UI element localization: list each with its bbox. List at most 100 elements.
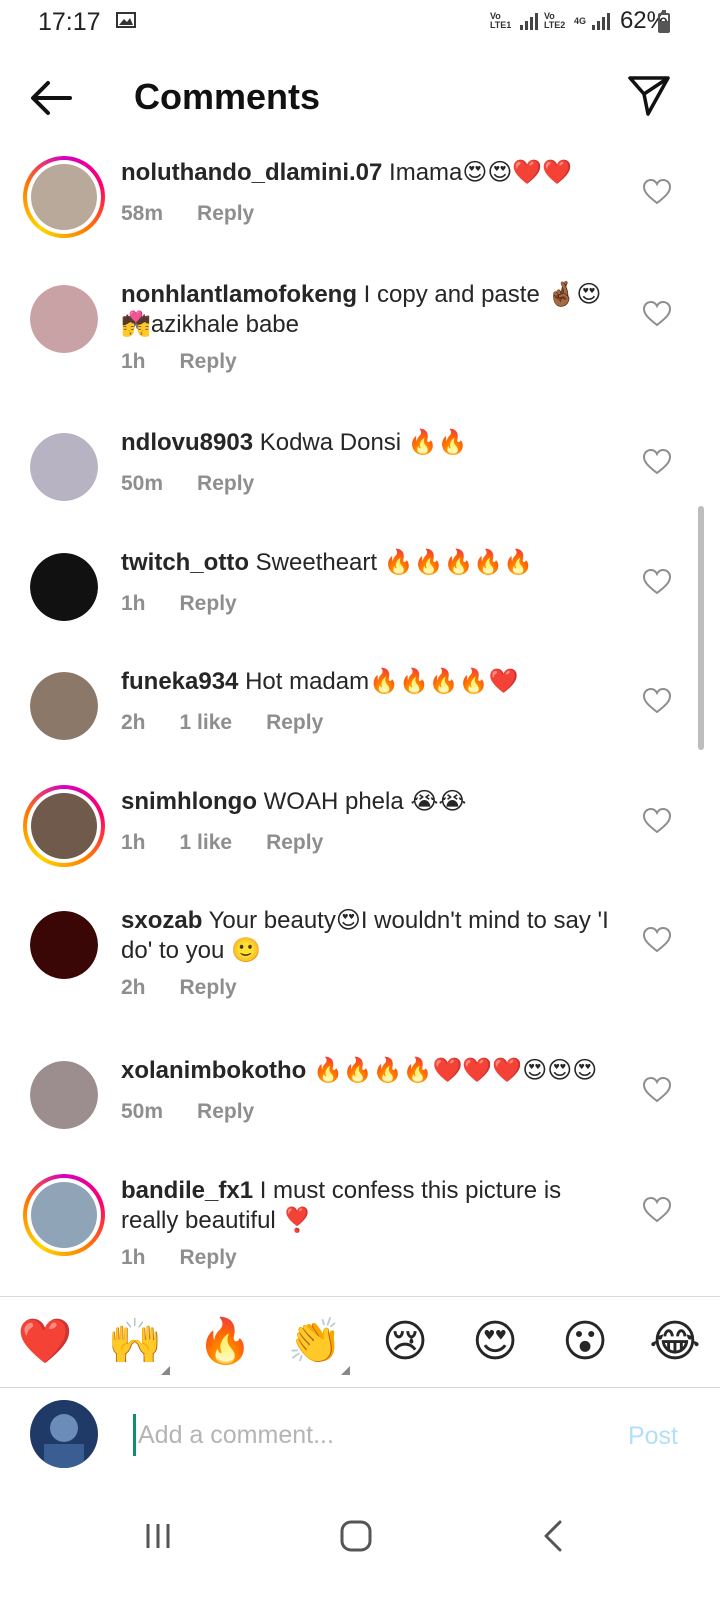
commenter-avatar[interactable]	[23, 1054, 105, 1136]
comment-text: snimhlongo WOAH phela 😭😭	[121, 787, 621, 817]
commenter-avatar[interactable]	[23, 426, 105, 508]
comment-meta: 2h Reply	[121, 976, 271, 1000]
commenter-avatar[interactable]	[23, 1174, 105, 1256]
raising-hands-emoji[interactable]: 🙌	[104, 1311, 170, 1375]
status-bar: 17:17 Vo LTE1 Vo LTE2 4G 62%	[0, 0, 720, 46]
heart-outline-icon[interactable]	[642, 178, 672, 206]
comment-meta: 1h Reply	[121, 592, 271, 616]
red-heart-emoji[interactable]: ❤️	[14, 1311, 76, 1373]
variants-indicator-icon	[341, 1366, 350, 1375]
comment-meta: 2h 1 like Reply	[121, 711, 357, 735]
comment-username[interactable]: funeka934	[121, 668, 238, 695]
reply-button[interactable]: Reply	[266, 711, 323, 734]
heart-outline-icon[interactable]	[642, 1196, 672, 1224]
comment-row: twitch_otto Sweetheart 🔥🔥🔥🔥🔥 1h Reply	[0, 540, 720, 650]
heart-outline-icon[interactable]	[642, 300, 672, 328]
heart-outline-icon[interactable]	[642, 687, 672, 715]
reply-button[interactable]: Reply	[197, 202, 254, 225]
back-arrow-icon[interactable]	[26, 74, 78, 122]
comment-message: WOAH phela 😭😭	[256, 788, 467, 815]
status-indicators: Vo LTE1 Vo LTE2 4G 62%	[490, 6, 668, 36]
comment-message: Hot madam🔥🔥🔥🔥❤️	[238, 668, 519, 695]
clapping-hands-emoji[interactable]: 👏	[284, 1311, 350, 1375]
comment-meta: 1h 1 like Reply	[121, 831, 357, 855]
scrollbar[interactable]	[698, 506, 704, 750]
emoji-glyph: 👏	[287, 1317, 343, 1366]
comment-time: 1h	[121, 831, 146, 854]
commenter-avatar[interactable]	[23, 278, 105, 360]
comment-username[interactable]: xolanimbokotho	[121, 1057, 306, 1084]
emoji-glyph: 🔥	[197, 1317, 253, 1366]
comment-meta: 1h Reply	[121, 1246, 271, 1270]
system-back-icon[interactable]	[524, 1506, 584, 1566]
comment-row: xolanimbokotho 🔥🔥🔥🔥❤️❤️❤️😍😍😍 50m Reply	[0, 1048, 720, 1158]
header: Comments	[0, 56, 720, 140]
heart-outline-icon[interactable]	[642, 807, 672, 835]
comment-time: 1h	[121, 350, 146, 373]
system-nav-bar	[0, 1484, 720, 1600]
reply-button[interactable]: Reply	[180, 350, 237, 373]
comment-time: 50m	[121, 472, 164, 495]
quick-reactions-bar: ❤️ 🙌 🔥 👏 😢 😍 😮 😂	[0, 1296, 720, 1388]
comment-meta: 1h Reply	[121, 350, 271, 374]
crying-face-emoji[interactable]: 😢	[374, 1311, 436, 1373]
reply-button[interactable]: Reply	[180, 976, 237, 999]
comment-username[interactable]: noluthando_dlamini.07	[121, 159, 382, 186]
commenter-avatar[interactable]	[23, 904, 105, 986]
commenter-avatar[interactable]	[23, 785, 105, 867]
commenter-avatar[interactable]	[23, 546, 105, 628]
comment-composer: Post	[0, 1390, 720, 1484]
emoji-glyph: 😍	[472, 1317, 518, 1366]
comment-username[interactable]: snimhlongo	[121, 788, 257, 815]
surprised-face-emoji[interactable]: 😮	[554, 1311, 616, 1373]
comment-message: Sweetheart 🔥🔥🔥🔥🔥	[248, 549, 534, 576]
comment-username[interactable]: nonhlantlamofokeng	[121, 281, 357, 308]
reply-button[interactable]: Reply	[180, 1246, 237, 1269]
comment-row: ndlovu8903 Kodwa Donsi 🔥🔥 50m Reply	[0, 420, 720, 530]
variants-indicator-icon	[161, 1366, 170, 1375]
gallery-icon	[116, 12, 136, 28]
fire-emoji[interactable]: 🔥	[194, 1311, 256, 1373]
comment-text: xolanimbokotho 🔥🔥🔥🔥❤️❤️❤️😍😍😍	[121, 1056, 621, 1086]
emoji-glyph: ❤️	[17, 1317, 73, 1366]
comment-like-count[interactable]: 1 like	[180, 831, 233, 854]
share-icon[interactable]	[626, 72, 672, 118]
reply-button[interactable]: Reply	[266, 831, 323, 854]
emoji-glyph: 😢	[382, 1317, 428, 1366]
heart-outline-icon[interactable]	[642, 568, 672, 596]
reply-button[interactable]: Reply	[197, 1100, 254, 1123]
reply-button[interactable]: Reply	[180, 592, 237, 615]
comment-time: 1h	[121, 592, 146, 615]
comment-time: 1h	[121, 1246, 146, 1269]
comment-time: 58m	[121, 202, 164, 225]
comment-username[interactable]: sxozab	[121, 907, 202, 934]
comment-text: ndlovu8903 Kodwa Donsi 🔥🔥	[121, 428, 621, 458]
commenter-avatar[interactable]	[23, 156, 105, 238]
tears-of-joy-emoji[interactable]: 😂	[644, 1311, 706, 1373]
emoji-glyph: 😮	[562, 1317, 608, 1366]
heart-outline-icon[interactable]	[642, 1076, 672, 1104]
comment-username[interactable]: bandile_fx1	[121, 1177, 253, 1204]
heart-eyes-emoji[interactable]: 😍	[464, 1311, 526, 1373]
comment-meta: 50m Reply	[121, 1100, 288, 1124]
commenter-avatar[interactable]	[23, 665, 105, 747]
comment-time: 2h	[121, 976, 146, 999]
reply-button[interactable]: Reply	[197, 472, 254, 495]
heart-outline-icon[interactable]	[642, 926, 672, 954]
status-time: 17:17	[38, 8, 101, 36]
comment-username[interactable]: twitch_otto	[121, 549, 249, 576]
comment-username[interactable]: ndlovu8903	[121, 429, 253, 456]
sim1-label: Vo LTE1	[489, 11, 512, 30]
recent-apps-icon[interactable]	[128, 1506, 188, 1566]
post-button[interactable]: Post	[628, 1422, 678, 1451]
comment-input[interactable]	[133, 1414, 580, 1456]
my-avatar	[30, 1400, 98, 1468]
heart-outline-icon[interactable]	[642, 448, 672, 476]
comment-text: noluthando_dlamini.07 Imama😍😍❤️❤️	[121, 158, 621, 188]
comment-like-count[interactable]: 1 like	[180, 711, 233, 734]
comment-row: bandile_fx1 I must confess this picture …	[0, 1168, 720, 1308]
home-icon[interactable]	[326, 1506, 386, 1566]
comment-text: funeka934 Hot madam🔥🔥🔥🔥❤️	[121, 667, 621, 697]
emoji-glyph: 😂	[649, 1317, 701, 1366]
battery-icon	[658, 10, 670, 33]
